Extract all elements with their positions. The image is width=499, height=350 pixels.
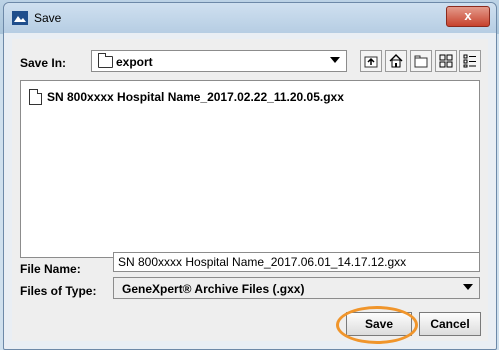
save-in-label: Save In: [20,56,67,70]
chevron-down-icon [463,284,473,290]
up-folder-icon [364,56,378,68]
new-folder-icon [414,55,428,68]
file-list[interactable]: SN 800xxxx Hospital Name_2017.02.22_11.2… [20,80,480,258]
save-dialog: Save x Save In: export SN 800xxxx Hospit… [3,2,497,350]
cancel-button[interactable]: Cancel [419,312,481,336]
title-bar: Save x [4,3,496,33]
list-view-icon [439,54,453,68]
list-view-button[interactable] [435,50,457,72]
files-of-type-label: Files of Type: [20,284,97,298]
new-folder-button[interactable] [410,50,432,72]
home-button[interactable] [385,50,407,72]
chevron-down-icon [330,57,340,63]
file-icon [29,89,42,105]
file-name-label: File Name: [20,262,81,276]
up-folder-button[interactable] [360,50,382,72]
save-in-dropdown[interactable]: export [91,50,347,72]
details-view-icon [463,54,476,68]
save-button[interactable]: Save [346,312,412,336]
close-button[interactable]: x [446,6,490,27]
folder-icon [98,53,113,68]
file-name-input[interactable] [113,252,480,272]
details-view-button[interactable] [459,50,481,72]
dialog-body: Save In: export SN 800xxxx Hospital Name… [12,39,488,344]
home-icon [389,54,403,68]
window-title: Save [34,11,62,25]
close-icon: x [464,8,472,23]
file-item-name: SN 800xxxx Hospital Name_2017.02.22_11.2… [47,90,344,104]
save-in-value: export [116,55,153,69]
files-of-type-dropdown[interactable]: GeneXpert® Archive Files (.gxx) [113,277,480,299]
app-icon [12,11,28,25]
files-of-type-value: GeneXpert® Archive Files (.gxx) [122,282,305,296]
